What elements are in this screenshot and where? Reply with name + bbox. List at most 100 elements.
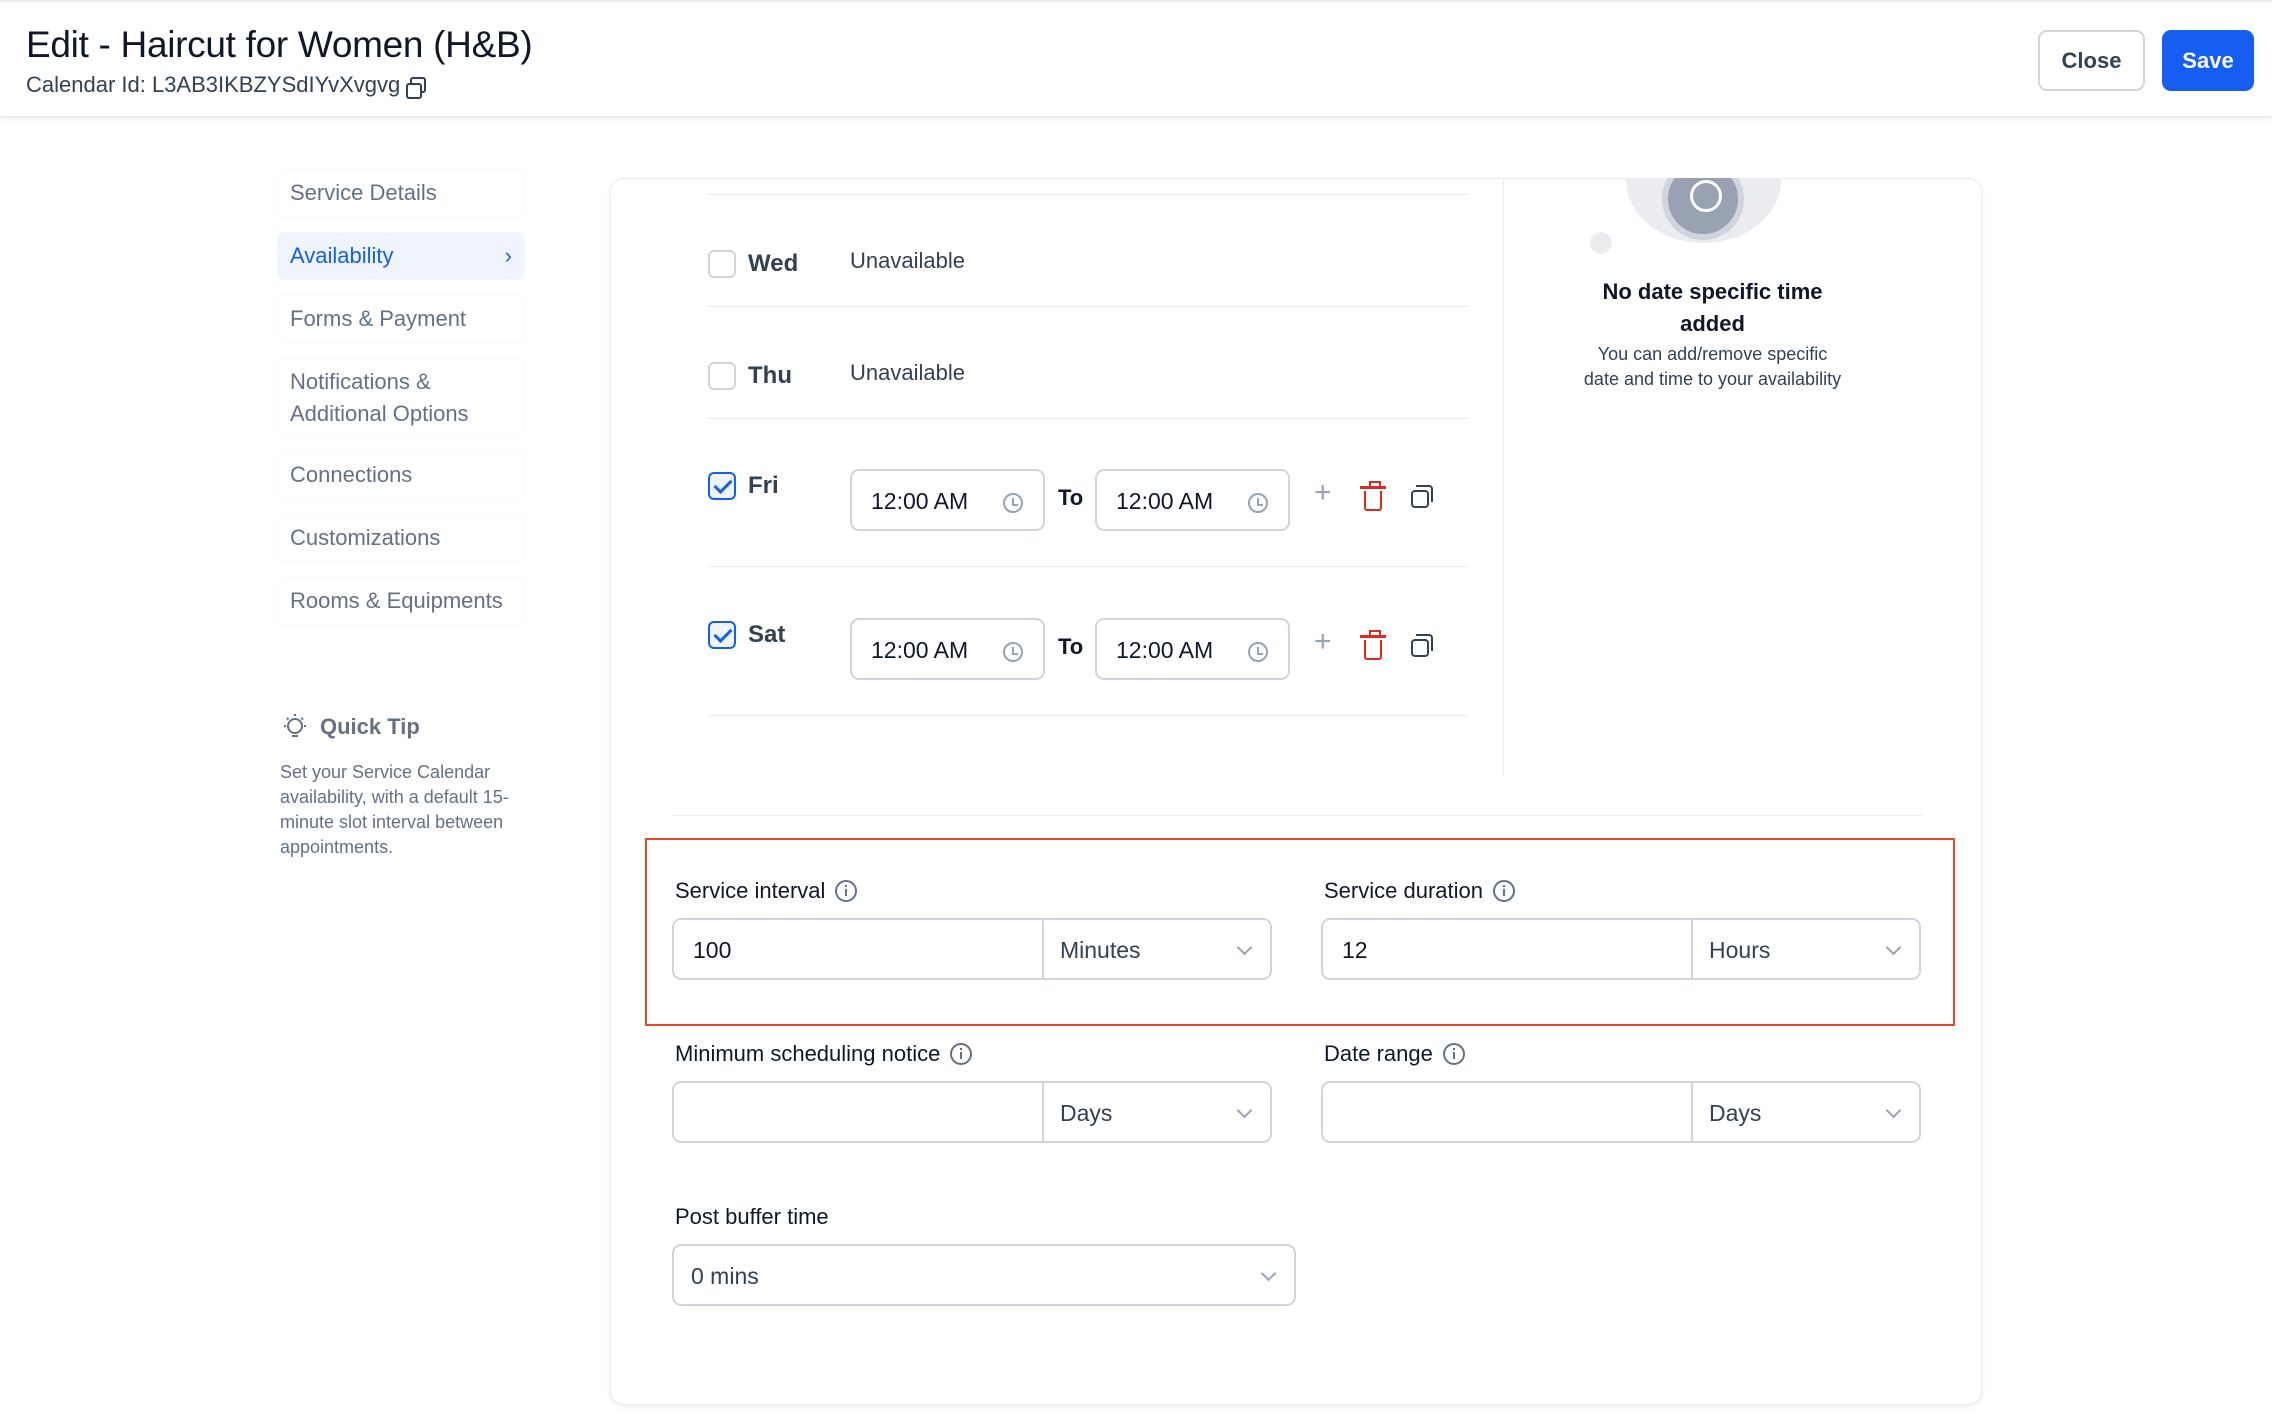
service-interval-field: 100 Minutes: [672, 918, 1272, 980]
time-value: 12:00 AM: [1116, 637, 1214, 663]
day-status: Unavailable: [850, 360, 965, 385]
calendar-id: Calendar Id: L3AB3IKBZYSdIYvXvgvg: [26, 72, 427, 99]
field-label-text: Minimum scheduling notice: [675, 1041, 941, 1066]
field-label-text: Service interval: [675, 878, 826, 903]
sidebar-nav: Service Details Availability › Forms & Pa…: [278, 170, 524, 641]
sidebar-item-label: Availability: [290, 243, 394, 268]
field-label-text: Date range: [1324, 1041, 1433, 1066]
service-duration-input[interactable]: 12: [1323, 920, 1693, 978]
clock-icon: [1003, 642, 1023, 662]
page-header: Edit - Haircut for Women (H&B) Calendar …: [0, 0, 2272, 117]
sidebar-item-forms-payment[interactable]: Forms & Payment: [278, 296, 524, 342]
info-icon[interactable]: [1442, 1043, 1465, 1065]
chevron-down-icon: [1260, 1265, 1277, 1282]
day-checkbox-fri[interactable]: [708, 472, 736, 500]
empty-state-text: You can add/remove specific date and tim…: [1583, 344, 1842, 389]
date-range-input[interactable]: [1323, 1083, 1693, 1141]
to-label: To: [1058, 485, 1084, 510]
day-checkbox-wed[interactable]: [708, 250, 736, 278]
close-button[interactable]: Close: [2038, 30, 2145, 91]
select-value: 0 mins: [691, 1263, 759, 1289]
chevron-down-icon: [1885, 1102, 1902, 1119]
time-value: 12:00 AM: [1116, 488, 1214, 514]
field-label-text: Service duration: [1324, 878, 1483, 903]
sidebar-item-service-details[interactable]: Service Details: [278, 170, 524, 216]
clock-icon: [1248, 493, 1268, 513]
day-checkbox-sat[interactable]: [708, 621, 736, 649]
sidebar-item-label: Notifications & Additional Options: [290, 369, 469, 426]
sidebar-item-connections[interactable]: Connections: [278, 452, 524, 498]
post-buffer-label: Post buffer time: [675, 1204, 829, 1230]
service-duration-label: Service duration: [1324, 878, 1515, 904]
time-value: 12:00 AM: [871, 637, 969, 663]
post-buffer-select[interactable]: 0 mins: [672, 1244, 1296, 1306]
day-checkbox-thu[interactable]: [708, 362, 736, 390]
add-slot-icon[interactable]: +: [1314, 625, 1332, 659]
delete-icon[interactable]: [1360, 481, 1386, 511]
service-duration-unit-select[interactable]: Hours: [1693, 920, 1919, 978]
select-value: Minutes: [1060, 937, 1141, 963]
select-value: Days: [1709, 1100, 1762, 1126]
min-notice-unit-select[interactable]: Days: [1044, 1083, 1270, 1141]
day-name: Wed: [748, 250, 799, 277]
sidebar-item-label: Forms & Payment: [290, 306, 467, 331]
sidebar-item-label: Customizations: [290, 525, 441, 550]
chevron-down-icon: [1236, 1102, 1253, 1119]
quick-tip-title: Quick Tip: [320, 714, 420, 739]
page-title: Edit - Haircut for Women (H&B): [26, 24, 533, 65]
copy-times-icon[interactable]: [1411, 634, 1433, 657]
divider: [708, 194, 1468, 195]
end-time-input[interactable]: 12:00 AM: [1095, 618, 1290, 680]
divider: [708, 306, 1468, 307]
info-icon[interactable]: [950, 1043, 973, 1065]
empty-state-illustration: [1618, 178, 1788, 250]
sidebar-item-availability[interactable]: Availability ›: [278, 233, 524, 279]
quick-tip-text: Set your Service Calendar availability, …: [280, 762, 509, 857]
chevron-down-icon: [1885, 939, 1902, 956]
end-time-input[interactable]: 12:00 AM: [1095, 469, 1290, 531]
start-time-input[interactable]: 12:00 AM: [850, 618, 1045, 680]
quick-tip-header: Quick Tip: [280, 712, 520, 742]
sidebar-item-label: Rooms & Equipments: [290, 588, 503, 613]
sidebar-item-label: Connections: [290, 462, 413, 487]
clock-icon: [1248, 642, 1268, 662]
info-icon[interactable]: [835, 880, 858, 902]
chevron-down-icon: [1236, 939, 1253, 956]
min-notice-label: Minimum scheduling notice: [675, 1041, 973, 1067]
time-value: 12:00 AM: [871, 488, 969, 514]
min-notice-input[interactable]: [674, 1083, 1044, 1141]
copy-icon[interactable]: [406, 77, 427, 99]
sidebar-item-rooms-equipments[interactable]: Rooms & Equipments: [278, 578, 524, 624]
min-notice-field: Days: [672, 1081, 1272, 1143]
start-time-input[interactable]: 12:00 AM: [850, 469, 1045, 531]
copy-times-icon[interactable]: [1411, 485, 1433, 508]
service-interval-input[interactable]: 100: [674, 920, 1044, 978]
divider: [708, 715, 1468, 716]
select-value: Days: [1060, 1100, 1113, 1126]
add-slot-icon[interactable]: +: [1314, 476, 1332, 510]
service-interval-label: Service interval: [675, 878, 858, 904]
decorative-dot: [1590, 232, 1612, 254]
calendar-id-label: Calendar Id: L3AB3IKBZYSdIYvXvgvg: [26, 72, 401, 97]
quick-tip: Quick Tip Set your Service Calendar avai…: [280, 712, 520, 860]
sidebar-item-label: Service Details: [290, 180, 437, 205]
divider: [708, 418, 1468, 419]
day-name: Fri: [748, 472, 779, 499]
sidebar-item-customizations[interactable]: Customizations: [278, 515, 524, 561]
divider: [708, 566, 1468, 567]
day-status: Unavailable: [850, 248, 965, 273]
info-icon[interactable]: [1492, 880, 1515, 902]
to-label: To: [1058, 634, 1084, 659]
service-duration-field: 12 Hours: [1321, 918, 1921, 980]
date-range-unit-select[interactable]: Days: [1693, 1083, 1919, 1141]
service-interval-unit-select[interactable]: Minutes: [1044, 920, 1270, 978]
delete-icon[interactable]: [1360, 630, 1386, 660]
save-button[interactable]: Save: [2162, 30, 2254, 91]
chevron-right-icon: ›: [504, 243, 512, 268]
date-range-field: Days: [1321, 1081, 1921, 1143]
divider: [672, 815, 1922, 816]
date-range-label: Date range: [1324, 1041, 1465, 1067]
sidebar-item-notifications[interactable]: Notifications & Additional Options: [278, 359, 524, 435]
field-label-text: Post buffer time: [675, 1204, 829, 1229]
select-value: Hours: [1709, 937, 1771, 963]
